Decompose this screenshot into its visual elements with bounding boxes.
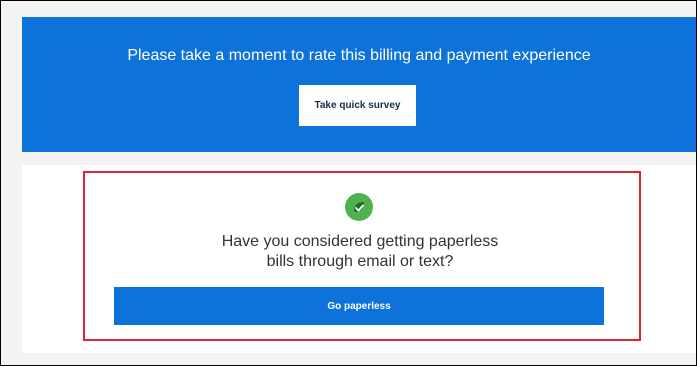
survey-banner: Please take a moment to rate this billin… xyxy=(22,17,696,152)
go-paperless-button[interactable]: Go paperless xyxy=(114,287,604,325)
leaf-check-icon xyxy=(345,193,373,221)
survey-prompt: Please take a moment to rate this billin… xyxy=(127,47,591,64)
paperless-question: Have you considered getting paperless bi… xyxy=(150,232,570,272)
leaf-check-icon-glyph xyxy=(354,202,364,212)
paperless-question-line1: Have you considered getting paperless xyxy=(221,233,499,250)
take-survey-button[interactable]: Take quick survey xyxy=(299,85,416,126)
paperless-question-line2: bills through email or text? xyxy=(266,253,454,270)
